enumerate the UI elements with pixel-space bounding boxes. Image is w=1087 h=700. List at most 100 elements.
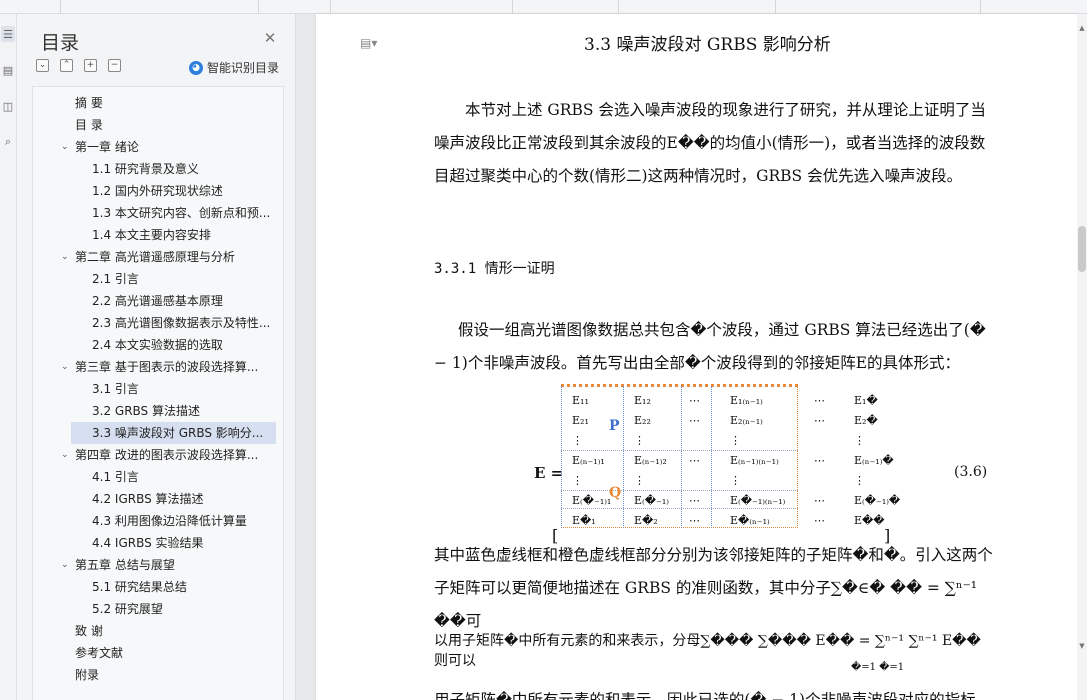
- toc-item[interactable]: 1.3 本文研究内容、创新点和预...: [32, 202, 284, 224]
- toc-item[interactable]: 2.3 高光谱图像数据表示及特性...: [32, 312, 284, 334]
- toc-item[interactable]: ⌄ 第一章 绪论: [32, 136, 284, 158]
- matrix-divider: [561, 490, 798, 491]
- comment-icon[interactable]: ◫: [1, 98, 15, 114]
- toc-item[interactable]: 参考文献: [32, 642, 284, 664]
- toolbar-separator: [330, 0, 331, 14]
- toc-item[interactable]: 2.1 引言: [32, 268, 284, 290]
- matrix-cell: ⋯: [814, 494, 825, 507]
- navigation-pane: 目录 ✕ ⌄ ⌃ + − ◕ 智能识别目录 摘 要目 录 ⌄ 第一章 绪论 1.1 研…: [17, 14, 296, 700]
- toc-item[interactable]: 5.2 研究展望: [32, 598, 284, 620]
- matrix-cell: E₍ₙ₋₁₎₁: [572, 454, 605, 467]
- toc-item-label: 4.4 IGRBS 实验结果: [92, 536, 204, 550]
- toc-item[interactable]: ⌄ 第四章 改进的图表示波段选择算...: [32, 444, 284, 466]
- toc-panel-icon[interactable]: ☰: [1, 26, 15, 42]
- toc-item[interactable]: 4.3 利用图像边沿降低计算量: [32, 510, 284, 532]
- paragraph: 本节对上述 GRBS 会选入噪声波段的现象进行了研究，并从理论上证明了当噪声波段…: [434, 101, 986, 185]
- matrix-cell: ⋯: [689, 494, 700, 507]
- chevron-down-icon[interactable]: ⌄: [61, 356, 69, 378]
- toc-list: 摘 要目 录 ⌄ 第一章 绪论 1.1 研究背景及意义 1.2 国内外研究现状综述 1.3…: [32, 92, 284, 686]
- equation-number: (3.6): [954, 464, 988, 480]
- collapse-all-icon[interactable]: ⌃: [60, 59, 73, 72]
- matrix-cell: ⋮: [572, 474, 583, 487]
- bookmark-icon[interactable]: ▤: [1, 62, 15, 78]
- toc-item[interactable]: ⌄ 第三章 基于图表示的波段选择算...: [32, 356, 284, 378]
- toc-item-label: 2.3 高光谱图像数据表示及特性...: [92, 316, 271, 330]
- matrix-cell: ⋮: [730, 474, 741, 487]
- toc-item-label: 1.3 本文研究内容、创新点和预...: [92, 206, 271, 220]
- toc-item[interactable]: 1.1 研究背景及意义: [32, 158, 284, 180]
- matrix-cell: E₍�₋₁₎₍ₙ₋₁₎: [730, 494, 786, 507]
- nav-pane-title: 目录: [41, 32, 80, 54]
- toc-item[interactable]: 3.2 GRBS 算法描述: [32, 400, 284, 422]
- matrix-cell: ⋮: [634, 474, 645, 487]
- matrix-cell: E₁₍ₙ₋₁₎: [730, 394, 763, 407]
- matrix-divider: [711, 386, 712, 528]
- top-toolbar-strip: [0, 0, 1087, 14]
- page-menu-icon[interactable]: ▤▾: [360, 36, 377, 50]
- toc-item-label: 2.4 本文实验数据的选取: [92, 338, 223, 352]
- matrix-divider: [561, 508, 798, 509]
- toc-item[interactable]: 2.2 高光谱遥感基本原理: [32, 290, 284, 312]
- toc-item-label: 1.1 研究背景及意义: [92, 162, 199, 176]
- toolbar-separator: [775, 0, 776, 14]
- matrix-cell: ⋮: [854, 474, 865, 487]
- matrix-cell: ⋮: [730, 434, 741, 447]
- toc-item[interactable]: 5.1 研究结果总结: [32, 576, 284, 598]
- scroll-down-icon[interactable]: ▼: [1077, 642, 1087, 650]
- matrix-cell: E₁�: [854, 394, 878, 407]
- chevron-down-icon[interactable]: ⌄: [61, 554, 69, 576]
- matrix-cell: E₍�₋₁₎₁: [572, 494, 612, 507]
- toc-item[interactable]: 4.4 IGRBS 实验结果: [32, 532, 284, 554]
- matrix-cell: E₁₂: [634, 394, 651, 407]
- close-icon[interactable]: ✕: [262, 30, 278, 46]
- adjacency-matrix: E = P Q E₁₁ E₁₂ ⋯ E₁₍ₙ₋₁₎ ⋯ E₁� E₂₁ E₂₂ ⋯ E₂₍ₙ₋₁₎…: [534, 382, 994, 545]
- matrix-cell: E₍ₙ₋₁₎₂: [634, 454, 667, 467]
- toc-item[interactable]: ⌄ 第二章 高光谱遥感原理与分析: [32, 246, 284, 268]
- chevron-down-icon[interactable]: ⌄: [61, 246, 69, 268]
- matrix-cell: E�₍ₙ₋₁₎: [730, 514, 770, 527]
- toolbar-separator: [512, 0, 513, 14]
- toc-item[interactable]: 1.4 本文主要内容安排: [32, 224, 284, 246]
- toc-item-label: 第一章 绪论: [75, 140, 139, 154]
- toc-item-label: 致 谢: [75, 624, 103, 638]
- toc-item-label: 4.1 引言: [92, 470, 139, 484]
- scroll-up-icon[interactable]: ▲: [1077, 24, 1087, 32]
- chevron-down-icon[interactable]: ⌄: [61, 444, 69, 466]
- toc-item-label: 2.2 高光谱遥感基本原理: [92, 294, 223, 308]
- vertical-scrollbar[interactable]: ▲ ▼: [1077, 14, 1087, 700]
- toc-item-label: 5.2 研究展望: [92, 602, 163, 616]
- matrix-cell: E₍�₋₁₎: [634, 494, 669, 507]
- matrix-cell: ⋯: [689, 514, 700, 527]
- toc-item[interactable]: 3.3 噪声波段对 GRBS 影响分...: [71, 422, 276, 444]
- left-icon-rail: ☰ ▤ ◫ ⌕: [0, 14, 17, 700]
- paragraph: 用子矩阵�中所有元素的和表示。因此已选的(� − 1)个非噪声波段对应的指标: [434, 691, 976, 700]
- matrix-cell: E₍ₙ₋₁₎₍ₙ₋₁₎: [730, 454, 779, 467]
- toc-item[interactable]: 2.4 本文实验数据的选取: [32, 334, 284, 356]
- toc-item-label: 4.3 利用图像边沿降低计算量: [92, 514, 247, 528]
- toc-item[interactable]: 4.1 引言: [32, 466, 284, 488]
- toc-item[interactable]: 附录: [32, 664, 284, 686]
- remove-heading-icon[interactable]: −: [108, 59, 121, 72]
- scroll-thumb[interactable]: [1078, 226, 1086, 272]
- document-page[interactable]: ▤▾ 3.3 噪声波段对 GRBS 影响分析 本节对上述 GRBS 会选入噪声波…: [316, 14, 1077, 700]
- toc-item-label: 附录: [75, 668, 100, 682]
- add-heading-icon[interactable]: +: [84, 59, 97, 72]
- toc-item-label: 摘 要: [75, 96, 103, 110]
- toc-item-label: 1.4 本文主要内容安排: [92, 228, 211, 242]
- chevron-down-icon[interactable]: ⌄: [61, 136, 69, 158]
- toc-item[interactable]: 3.1 引言: [32, 378, 284, 400]
- toc-item-label: 第四章 改进的图表示波段选择算...: [75, 448, 259, 462]
- smart-toc-button[interactable]: ◕ 智能识别目录: [189, 59, 279, 76]
- toc-item[interactable]: ⌄ 第五章 总结与展望: [32, 554, 284, 576]
- matrix-cell: E₂₂: [634, 414, 651, 427]
- toc-item[interactable]: 1.2 国内外研究现状综述: [32, 180, 284, 202]
- expand-all-icon[interactable]: ⌄: [36, 59, 49, 72]
- subsection-heading: 3.3.1 情形一证明: [434, 261, 555, 277]
- toc-item[interactable]: 致 谢: [32, 620, 284, 642]
- toc-item-label: 第五章 总结与展望: [75, 558, 175, 572]
- find-icon[interactable]: ⌕: [1, 134, 15, 150]
- toc-item[interactable]: 4.2 IGRBS 算法描述: [32, 488, 284, 510]
- toc-item[interactable]: 摘 要: [32, 92, 284, 114]
- matrix-cell: E₂�: [854, 414, 878, 427]
- toc-item[interactable]: 目 录: [32, 114, 284, 136]
